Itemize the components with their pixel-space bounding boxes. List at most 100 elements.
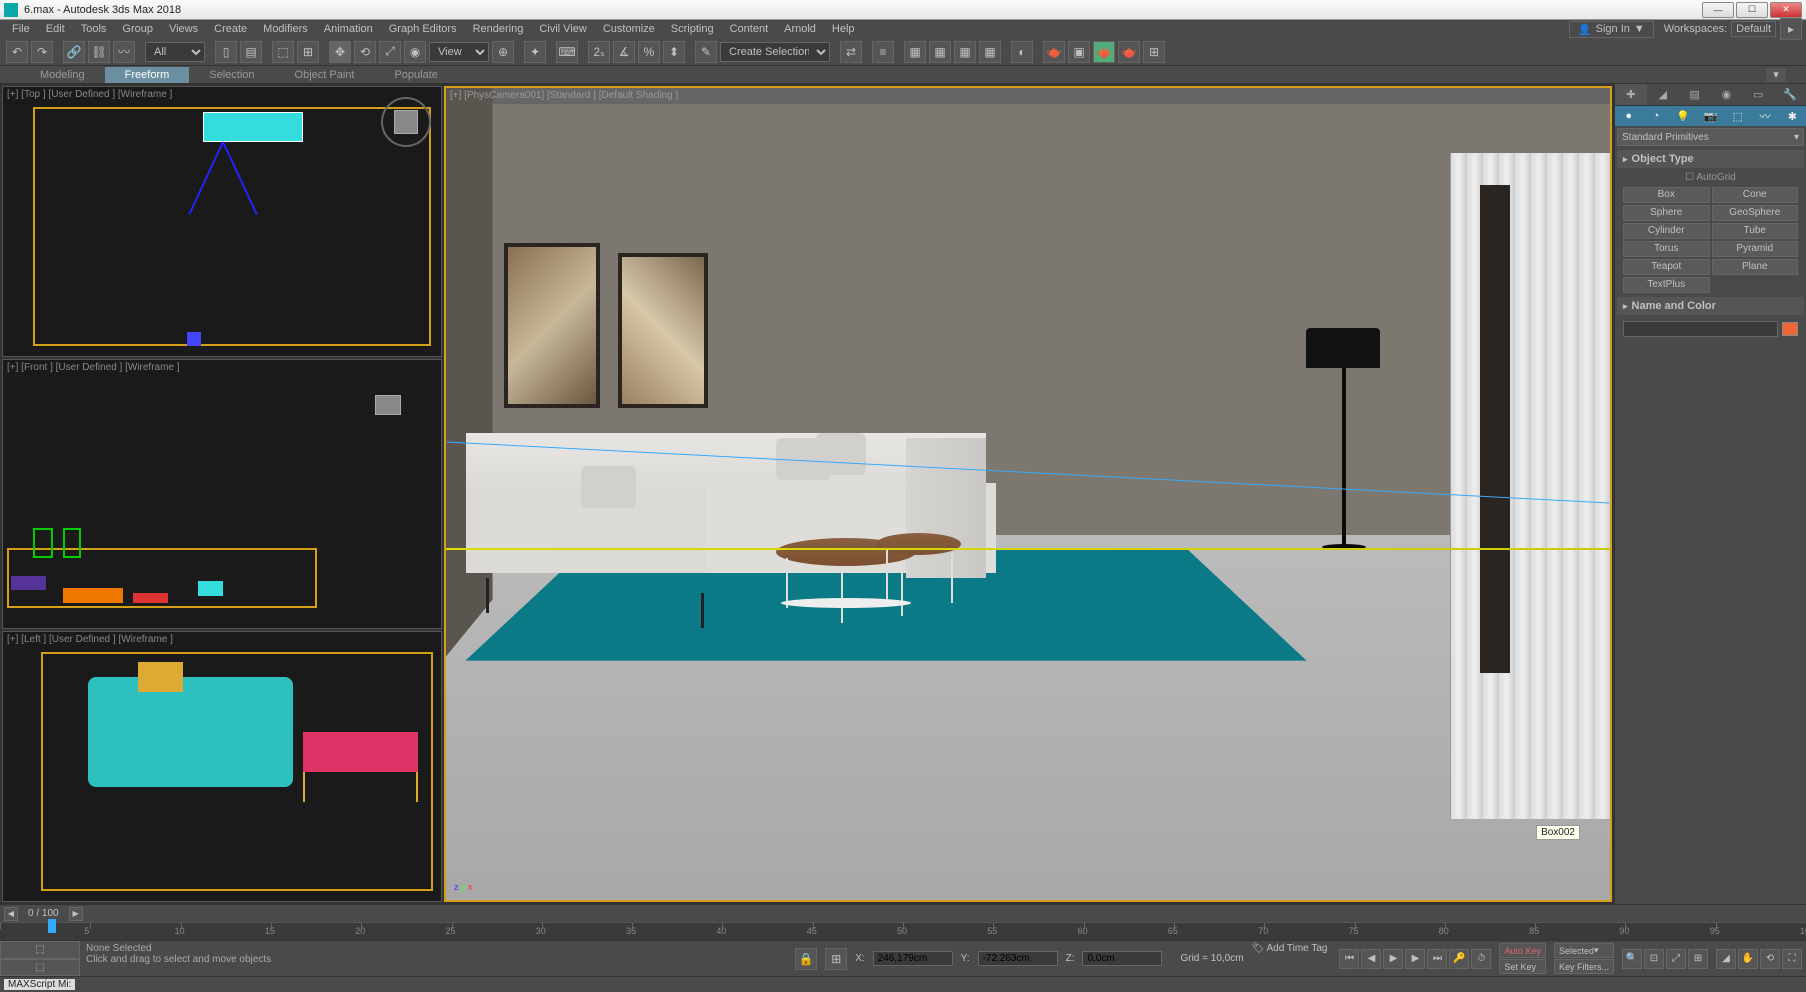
x-coord-input[interactable] (873, 951, 953, 966)
viewport-main-label[interactable]: [+] [PhysCamera001] [Standard ] [Default… (450, 90, 678, 101)
menu-group[interactable]: Group (114, 21, 161, 37)
lock-selection-button[interactable]: 🔒 (795, 948, 817, 970)
object-type-rollout[interactable]: Object Type (1617, 150, 1804, 168)
viewport-top[interactable]: [+] [Top ] [User Defined ] [Wireframe ] (2, 86, 442, 357)
zoom-all-button[interactable]: ⊡ (1644, 949, 1664, 969)
menu-help[interactable]: Help (824, 21, 863, 37)
timeline[interactable]: 0510152025303540455055606570758085909510… (0, 922, 1806, 940)
prev-frame-button[interactable]: ◀ (1361, 949, 1381, 969)
time-tag-button[interactable]: 🏷 Add Time Tag (1252, 943, 1328, 954)
toggle-ribbon-button[interactable]: ▦ (929, 41, 951, 63)
set-key-button-left[interactable]: ⬚ (0, 941, 80, 959)
layer-explorer-button[interactable]: ▦ (904, 41, 926, 63)
next-frame-button[interactable]: ▶ (1405, 949, 1425, 969)
select-region-rect-button[interactable]: ⬚ (272, 41, 294, 63)
schematic-view-button[interactable]: ▦ (979, 41, 1001, 63)
curve-editor-button[interactable]: ▦ (954, 41, 976, 63)
mirror-button[interactable]: ⇄ (840, 41, 862, 63)
select-rotate-button[interactable]: ⟲ (354, 41, 376, 63)
select-scale-button[interactable]: ⤢ (379, 41, 401, 63)
cylinder-button[interactable]: Cylinder (1623, 223, 1710, 239)
track-scroll-left-button[interactable]: ◀ (4, 907, 18, 921)
systems-tab[interactable]: ✱ (1779, 106, 1806, 126)
menu-create[interactable]: Create (206, 21, 255, 37)
teapot-button[interactable]: Teapot (1623, 259, 1710, 275)
ribbon-expand-button[interactable]: ▾ (1766, 68, 1786, 82)
cameras-tab[interactable]: 📷 (1697, 106, 1724, 126)
align-button[interactable]: ≡ (872, 41, 894, 63)
menu-scripting[interactable]: Scripting (663, 21, 722, 37)
menu-rendering[interactable]: Rendering (465, 21, 532, 37)
key-mode-toggle-button[interactable]: 🔑 (1449, 949, 1469, 969)
viewcube-face[interactable] (394, 110, 418, 134)
workspace-dropdown[interactable]: Default (1731, 21, 1776, 37)
zoom-extents-button[interactable]: ⤢ (1666, 949, 1686, 969)
viewport-top-label[interactable]: [+] [Top ] [User Defined ] [Wireframe ] (7, 89, 172, 100)
material-editor-button[interactable]: ◐ (1011, 41, 1033, 63)
render-button[interactable]: 🫖 (1093, 41, 1115, 63)
select-move-button[interactable]: ✥ (329, 41, 351, 63)
menu-tools[interactable]: Tools (73, 21, 115, 37)
select-place-button[interactable]: ◉ (404, 41, 426, 63)
sphere-button[interactable]: Sphere (1623, 205, 1710, 221)
render-a360-button[interactable]: ⊞ (1143, 41, 1165, 63)
ribbon-tab-modeling[interactable]: Modeling (20, 67, 105, 83)
viewcube[interactable] (381, 97, 431, 147)
use-center-button[interactable]: ⊕ (492, 41, 514, 63)
undo-button[interactable]: ↶ (6, 41, 28, 63)
menu-file[interactable]: File (4, 21, 38, 37)
object-color-swatch[interactable] (1782, 322, 1798, 336)
pan-button[interactable]: ✋ (1738, 949, 1758, 969)
set-key-button[interactable]: Set Key (1499, 959, 1546, 974)
key-filters-button[interactable]: Key Filters... (1554, 959, 1614, 974)
pyramid-button[interactable]: Pyramid (1712, 241, 1799, 257)
maximize-viewport-button[interactable]: ⛶ (1782, 949, 1802, 969)
goto-start-button[interactable]: ⏮ (1339, 949, 1359, 969)
menu-edit[interactable]: Edit (38, 21, 73, 37)
menu-civilview[interactable]: Civil View (531, 21, 594, 37)
torus-button[interactable]: Torus (1623, 241, 1710, 257)
menu-content[interactable]: Content (722, 21, 777, 37)
create-tab[interactable]: ✚ (1615, 84, 1647, 105)
goto-end-button[interactable]: ⏭ (1427, 949, 1447, 969)
menu-views[interactable]: Views (161, 21, 206, 37)
select-by-name-button[interactable]: ▤ (240, 41, 262, 63)
percent-snap-button[interactable]: % (638, 41, 660, 63)
modify-tab[interactable]: ◢ (1647, 84, 1679, 105)
rendered-frame-button[interactable]: ▣ (1068, 41, 1090, 63)
maximize-button[interactable]: ☐ (1736, 2, 1768, 18)
snap-toggle-button[interactable]: 2ₛ (588, 41, 610, 63)
angle-snap-button[interactable]: ∡ (613, 41, 635, 63)
front-viewcube[interactable] (375, 395, 401, 415)
ribbon-tab-freeform[interactable]: Freeform (105, 67, 190, 83)
auto-key-button[interactable]: Auto Key (1499, 943, 1546, 958)
spacewarps-tab[interactable]: 〰 (1751, 106, 1778, 126)
spinner-snap-button[interactable]: ⬍ (663, 41, 685, 63)
y-coord-input[interactable] (978, 951, 1058, 966)
hierarchy-tab[interactable]: ▤ (1679, 84, 1711, 105)
utilities-tab[interactable]: 🔧 (1774, 84, 1806, 105)
window-crossing-button[interactable]: ⊞ (297, 41, 319, 63)
motion-tab[interactable]: ◉ (1710, 84, 1742, 105)
manipulate-button[interactable]: ✦ (524, 41, 546, 63)
selection-filter-dropdown[interactable]: All (145, 42, 205, 62)
primitive-category-dropdown[interactable]: Standard Primitives ▾ (1617, 128, 1804, 146)
key-filter-selected-dropdown[interactable]: Selected ▾ (1554, 943, 1614, 958)
orbit-button[interactable]: ⟲ (1760, 949, 1780, 969)
minimize-button[interactable]: — (1702, 2, 1734, 18)
box-button[interactable]: Box (1623, 187, 1710, 203)
workspace-expand-button[interactable]: ▸ (1780, 18, 1802, 40)
textplus-button[interactable]: TextPlus (1623, 277, 1710, 293)
geosphere-button[interactable]: GeoSphere (1712, 205, 1799, 221)
ribbon-tab-selection[interactable]: Selection (189, 67, 274, 83)
viewport-front-label[interactable]: [+] [Front ] [User Defined ] [Wireframe … (7, 362, 180, 373)
keyboard-shortcut-button[interactable]: ⌨ (556, 41, 578, 63)
redo-button[interactable]: ↷ (31, 41, 53, 63)
ribbon-tab-objectpaint[interactable]: Object Paint (275, 67, 375, 83)
name-color-rollout[interactable]: Name and Color (1617, 297, 1804, 315)
signin-button[interactable]: 👤 Sign In ▼ (1569, 21, 1654, 38)
close-button[interactable]: ✕ (1770, 2, 1802, 18)
render-setup-button[interactable]: 🫖 (1043, 41, 1065, 63)
activeshade-button[interactable]: 🫖 (1118, 41, 1140, 63)
display-tab[interactable]: ▭ (1742, 84, 1774, 105)
